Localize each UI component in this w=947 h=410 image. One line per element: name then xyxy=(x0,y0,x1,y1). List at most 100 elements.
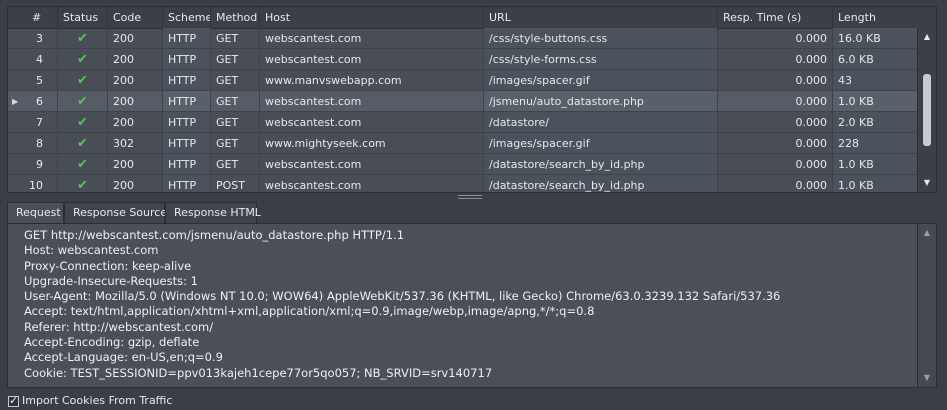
request-line: Accept-Encoding: gzip, deflate xyxy=(24,335,200,350)
table-row[interactable]: ▶ 6 ✔ 200 HTTP GET webscantest.com/jsmenu/auto… xyxy=(8,91,919,112)
row-number: 9 xyxy=(8,154,58,175)
column-header-url[interactable]: URL xyxy=(484,7,718,28)
scroll-down-arrow-icon[interactable]: ▼ xyxy=(918,176,936,190)
status-cell: ✔ xyxy=(58,154,108,175)
code-cell: 200 xyxy=(108,49,163,70)
request-line: Accept-Language: en-US,en;q=0.9 xyxy=(24,350,223,365)
scroll-down-arrow-icon[interactable]: ▼ xyxy=(918,371,936,385)
scroll-thumb[interactable] xyxy=(923,74,931,146)
column-header-host[interactable]: Host xyxy=(260,7,484,28)
url-cell: /datastore/ xyxy=(484,112,718,133)
checkmark-icon: ✓ xyxy=(9,393,19,407)
url-cell: /css/style-buttons.css xyxy=(484,28,718,49)
length-cell: 16.0 KB xyxy=(833,28,919,49)
check-icon: ✔ xyxy=(77,136,88,151)
url-cell: /css/style-forms.css xyxy=(484,49,718,70)
length-cell: 6.0 KB xyxy=(833,49,919,70)
row-number: 8 xyxy=(8,133,58,154)
length-cell: 1.0 KB xyxy=(833,154,919,175)
column-header-length[interactable]: Length xyxy=(833,7,938,28)
url-cell: /datastore/search_by_id.php xyxy=(484,154,718,175)
table-row[interactable]: 7 ✔ 200 HTTP GET webscantest.com/datastore/0.… xyxy=(8,112,919,133)
method-cell: POST xyxy=(211,175,260,192)
table-row[interactable]: 4 ✔ 200 HTTP GET webscantest.com/css/style-fo… xyxy=(8,49,919,70)
host-cell: www.mightyseek.com xyxy=(260,133,484,154)
request-line: Referer: http://webscantest.com/ xyxy=(24,319,214,334)
status-cell: ✔ xyxy=(58,91,108,112)
host-cell: webscantest.com xyxy=(260,28,484,49)
scheme-cell: HTTP xyxy=(163,175,211,192)
request-viewer[interactable]: GET http://webscantest.com/jsmenu/auto_d… xyxy=(7,223,937,388)
check-icon: ✔ xyxy=(77,157,88,172)
scheme-cell: HTTP xyxy=(163,91,211,112)
code-cell: 200 xyxy=(108,112,163,133)
request-line: Proxy-Connection: keep-alive xyxy=(24,258,192,273)
status-cell: ✔ xyxy=(58,175,108,192)
scroll-up-arrow-icon[interactable]: ▲ xyxy=(918,30,936,44)
import-cookies-checkbox[interactable]: ✓ xyxy=(8,393,19,407)
host-cell: webscantest.com xyxy=(260,175,484,192)
length-cell: 1.0 KB xyxy=(833,91,919,112)
column-header-status[interactable]: Status xyxy=(58,7,108,28)
row-number: 7 xyxy=(8,112,58,133)
length-cell: 2.0 KB xyxy=(833,112,919,133)
column-header-scheme[interactable]: Scheme xyxy=(163,7,211,28)
tab-response-html[interactable]: Response HTML xyxy=(165,202,261,223)
column-header-number[interactable]: # xyxy=(8,7,58,28)
request-text[interactable]: GET http://webscantest.com/jsmenu/auto_d… xyxy=(24,228,780,381)
status-cell: ✔ xyxy=(58,133,108,154)
request-line: Host: webscantest.com xyxy=(24,243,159,258)
check-icon: ✔ xyxy=(77,178,88,192)
method-cell: GET xyxy=(211,70,260,91)
resp-time-cell: 0.000 xyxy=(718,91,833,112)
grid-body: 3 ✔ 200 HTTP GET webscantest.com/css/style-bu… xyxy=(8,28,919,192)
table-row[interactable]: 5 ✔ 200 HTTP GET www.manvswebapp.com/images/s… xyxy=(8,70,919,91)
url-cell: /datastore/search_by_id.php xyxy=(484,175,718,192)
pane-splitter-handle[interactable] xyxy=(458,195,482,201)
code-cell: 200 xyxy=(108,154,163,175)
row-number: 5 xyxy=(8,70,58,91)
grid-header: # Status Code Scheme Method Host URL Res… xyxy=(8,7,936,29)
status-cell: ✔ xyxy=(58,112,108,133)
row-number: 3 xyxy=(8,28,58,49)
host-cell: webscantest.com xyxy=(260,112,484,133)
url-cell: /images/spacer.gif xyxy=(484,70,718,91)
resp-time-cell: 0.000 xyxy=(718,70,833,91)
import-cookies-option[interactable]: ✓ Import Cookies From Traffic xyxy=(8,393,172,409)
method-cell: GET xyxy=(211,154,260,175)
check-icon: ✔ xyxy=(77,94,88,109)
import-cookies-label[interactable]: Import Cookies From Traffic xyxy=(22,394,172,407)
code-cell: 200 xyxy=(108,175,163,192)
check-icon: ✔ xyxy=(77,52,88,67)
tab-request[interactable]: Request xyxy=(7,202,64,223)
grid-scrollbar[interactable]: ▲ ▼ xyxy=(917,28,936,192)
method-cell: GET xyxy=(211,133,260,154)
scroll-up-arrow-icon[interactable]: ▲ xyxy=(918,226,936,240)
host-cell: webscantest.com xyxy=(260,49,484,70)
column-header-method[interactable]: Method xyxy=(211,7,260,28)
scheme-cell: HTTP xyxy=(163,28,211,49)
method-cell: GET xyxy=(211,28,260,49)
table-row[interactable]: 8 ✔ 302 HTTP GET www.mightyseek.com/images/sp… xyxy=(8,133,919,154)
length-cell: 1.0 KB xyxy=(833,175,919,192)
check-icon: ✔ xyxy=(77,73,88,88)
status-cell: ✔ xyxy=(58,28,108,49)
resp-time-cell: 0.000 xyxy=(718,28,833,49)
table-row[interactable]: 10 ✔ 200 HTTP POST webscantest.com/datastore/… xyxy=(8,175,919,192)
code-cell: 302 xyxy=(108,133,163,154)
host-cell: webscantest.com xyxy=(260,91,484,112)
tab-response-source[interactable]: Response Source xyxy=(64,202,167,223)
request-scrollbar[interactable]: ▲ ▼ xyxy=(917,224,936,387)
table-row[interactable]: 3 ✔ 200 HTTP GET webscantest.com/css/style-bu… xyxy=(8,28,919,49)
column-header-resp-time[interactable]: Resp. Time (s) xyxy=(718,7,833,28)
code-cell: 200 xyxy=(108,91,163,112)
column-header-code[interactable]: Code xyxy=(108,7,163,28)
scheme-cell: HTTP xyxy=(163,70,211,91)
table-row[interactable]: 9 ✔ 200 HTTP GET webscantest.com/datastore/se… xyxy=(8,154,919,175)
request-line: Accept: text/html,application/xhtml+xml,… xyxy=(24,304,595,319)
resp-time-cell: 0.000 xyxy=(718,49,833,70)
code-cell: 200 xyxy=(108,28,163,49)
status-cell: ✔ xyxy=(58,70,108,91)
host-cell: webscantest.com xyxy=(260,154,484,175)
traffic-grid: # Status Code Scheme Method Host URL Res… xyxy=(7,6,937,193)
